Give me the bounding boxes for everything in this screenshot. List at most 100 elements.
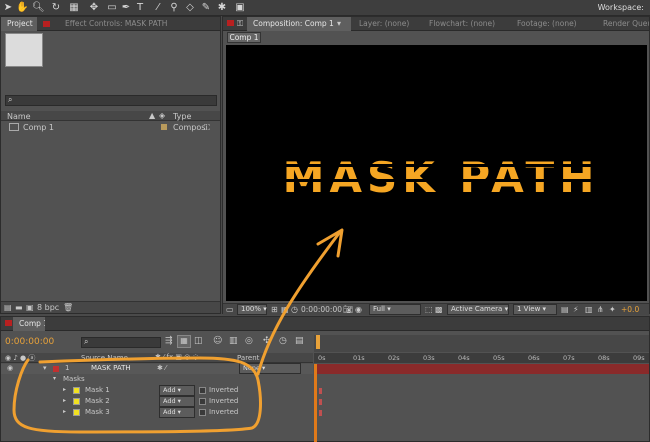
interpret-footage-icon[interactable]: ▤ bbox=[4, 303, 12, 312]
camera-tool-icon[interactable]: ▦ bbox=[68, 2, 80, 14]
timeline-search-input[interactable]: ⌕ bbox=[81, 337, 161, 348]
graph-editor-icon[interactable]: ▤ bbox=[295, 336, 304, 346]
grid-icon[interactable]: ▦ bbox=[281, 305, 289, 314]
zoom-tool-icon[interactable]: 🔍︎ bbox=[32, 2, 45, 14]
mask-mode-select[interactable]: Add ▾ bbox=[159, 385, 195, 396]
column-name[interactable]: Name bbox=[7, 112, 31, 121]
layer-label-color[interactable] bbox=[53, 366, 59, 372]
bpc-label[interactable]: 8 bpc bbox=[37, 303, 59, 312]
hand-tool-icon[interactable]: ✋ bbox=[16, 2, 28, 14]
type-tool-icon[interactable]: T bbox=[134, 2, 146, 14]
pen-tool-icon[interactable]: ✒ bbox=[120, 2, 132, 14]
mask-color-swatch[interactable] bbox=[73, 387, 80, 394]
column-parent[interactable]: Parent bbox=[237, 354, 259, 362]
exposure-value[interactable]: +0.0 bbox=[621, 305, 639, 314]
tab-timeline-comp[interactable]: Comp 1 bbox=[13, 317, 45, 331]
mask-color-swatch[interactable] bbox=[73, 409, 80, 416]
frame-blending-icon[interactable]: ▥ bbox=[229, 336, 238, 346]
new-composition-icon[interactable]: ▣ bbox=[26, 303, 34, 312]
close-tab-icon[interactable] bbox=[227, 20, 234, 26]
motion-blur-icon[interactable]: ◎ bbox=[245, 336, 253, 346]
time-navigator[interactable] bbox=[314, 335, 649, 352]
toggle-pixel-aspect-icon[interactable]: ▤ bbox=[561, 305, 569, 314]
camera-select[interactable]: Active Camera ▾ bbox=[447, 304, 509, 315]
resolution-select[interactable]: Full ▾ bbox=[369, 304, 421, 315]
rectangle-tool-icon[interactable]: ▭ bbox=[106, 2, 118, 14]
work-area-start-handle[interactable] bbox=[316, 335, 320, 349]
mask-row[interactable]: ▸ Mask 1 Add ▾ Inverted bbox=[1, 385, 313, 396]
auto-keyframe-icon[interactable]: ◷ bbox=[279, 336, 287, 346]
mask-keyframe-marker[interactable] bbox=[319, 410, 322, 416]
tab-flowchart[interactable]: Flowchart: (none) bbox=[423, 17, 503, 31]
expand-triangle-icon[interactable]: ▸ bbox=[63, 386, 66, 393]
close-tab-icon[interactable] bbox=[43, 21, 50, 27]
draft-3d-icon[interactable]: ◫ bbox=[194, 336, 203, 346]
column-type[interactable]: Type bbox=[173, 112, 191, 121]
expand-triangle-icon[interactable]: ▸ bbox=[63, 408, 66, 415]
expand-triangle-icon[interactable]: ▸ bbox=[63, 397, 66, 404]
time-ruler[interactable]: 0s 01s 02s 03s 04s 05s 06s 07s 08s 09s bbox=[314, 353, 649, 363]
layer-switches-icon[interactable]: ✱ ⁄ bbox=[157, 364, 166, 372]
mask-name[interactable]: Mask 3 bbox=[85, 408, 110, 416]
column-source-name[interactable]: Source Name bbox=[81, 354, 128, 362]
mask-color-swatch[interactable] bbox=[73, 398, 80, 405]
layer-row[interactable]: ◉ ▾ 1 MASK PATH ✱ ⁄ None ▾ bbox=[1, 363, 313, 374]
brainstorm-icon[interactable]: ✣ bbox=[263, 336, 271, 346]
clock-icon[interactable]: ◷ bbox=[291, 305, 298, 314]
eye-icon[interactable]: ◉ bbox=[7, 364, 13, 372]
mask-keyframe-marker[interactable] bbox=[319, 388, 322, 394]
reset-exposure-icon[interactable]: ✦ bbox=[609, 305, 616, 314]
comp-navigator-chip[interactable]: Comp 1 bbox=[227, 32, 261, 43]
snapshot-icon[interactable]: 📷︎ bbox=[343, 305, 353, 314]
new-folder-icon[interactable]: ▬ bbox=[15, 303, 23, 312]
brush-tool-icon[interactable]: ⁄ bbox=[152, 2, 164, 14]
selection-tool-icon[interactable]: ➤ bbox=[2, 2, 14, 14]
expand-triangle-icon[interactable]: ▾ bbox=[43, 364, 47, 372]
inverted-checkbox[interactable] bbox=[199, 398, 206, 405]
puppet-tool-icon[interactable]: ✱ bbox=[216, 2, 228, 14]
project-search-input[interactable]: ⌕ bbox=[5, 95, 217, 106]
rotation-tool-icon[interactable]: ↻ bbox=[50, 2, 62, 14]
inverted-checkbox[interactable] bbox=[199, 387, 206, 394]
pan-behind-tool-icon[interactable]: ✥ bbox=[88, 2, 100, 14]
trash-icon[interactable]: 🗑︎ bbox=[63, 303, 73, 312]
tab-render-queue[interactable]: Render Queue bbox=[597, 17, 649, 31]
timeline-icon[interactable]: ▥ bbox=[585, 305, 593, 314]
project-item-row[interactable]: Comp 1 Composi ⛶ bbox=[1, 122, 220, 133]
fast-previews-icon[interactable]: ⚡︎ bbox=[573, 305, 579, 314]
mask-name[interactable]: Mask 2 bbox=[85, 397, 110, 405]
live-update-icon[interactable]: ▦ bbox=[177, 335, 191, 348]
masks-group-row[interactable]: ▾ Masks bbox=[1, 375, 313, 385]
flowchart-icon[interactable]: ⋔ bbox=[597, 305, 604, 314]
hide-shy-layers-icon[interactable]: ☺ bbox=[213, 336, 222, 346]
current-time-indicator[interactable] bbox=[314, 364, 317, 442]
eraser-tool-icon[interactable]: ◇ bbox=[184, 2, 196, 14]
close-tab-icon[interactable] bbox=[5, 320, 12, 326]
current-time-display[interactable]: 0:00:00:00 bbox=[301, 305, 342, 314]
comp-mini-flowchart-icon[interactable]: ⇶ bbox=[165, 336, 173, 346]
tab-footage[interactable]: Footage: (none) bbox=[511, 17, 591, 31]
dropdown-arrow-icon[interactable]: ▾ bbox=[337, 19, 341, 28]
region-of-interest-icon[interactable]: ⬚ bbox=[425, 305, 433, 314]
mask-mode-select[interactable]: Add ▾ bbox=[159, 396, 195, 407]
transparency-grid-icon[interactable]: ▩ bbox=[435, 305, 443, 314]
roto-brush-tool-icon[interactable]: ✎ bbox=[200, 2, 212, 14]
inverted-checkbox[interactable] bbox=[199, 409, 206, 416]
mask-name[interactable]: Mask 1 bbox=[85, 386, 110, 394]
clone-stamp-tool-icon[interactable]: ⚲ bbox=[168, 2, 180, 14]
tab-layer[interactable]: Layer: (none) bbox=[353, 17, 415, 31]
tab-effect-controls[interactable]: Effect Controls: MASK PATH bbox=[59, 17, 179, 31]
mask-row[interactable]: ▸ Mask 3 Add ▾ Inverted bbox=[1, 407, 313, 418]
mask-keyframe-marker[interactable] bbox=[319, 399, 322, 405]
tab-project[interactable]: Project bbox=[1, 17, 37, 31]
show-channel-icon[interactable]: ◉ bbox=[355, 305, 362, 314]
label-color-swatch[interactable] bbox=[161, 124, 167, 130]
align-icon[interactable]: ▣ bbox=[234, 2, 246, 14]
composition-canvas[interactable]: MASK PATH bbox=[226, 45, 647, 301]
safe-zones-icon[interactable]: ⊞ bbox=[271, 305, 278, 314]
timeline-timecode[interactable]: 0:00:00:00 bbox=[5, 337, 54, 347]
parent-select[interactable]: None ▾ bbox=[239, 363, 301, 374]
layer-name[interactable]: MASK PATH bbox=[91, 364, 131, 372]
tab-composition[interactable]: Composition: Comp 1 bbox=[247, 17, 351, 31]
mask-row[interactable]: ▸ Mask 2 Add ▾ Inverted bbox=[1, 396, 313, 407]
